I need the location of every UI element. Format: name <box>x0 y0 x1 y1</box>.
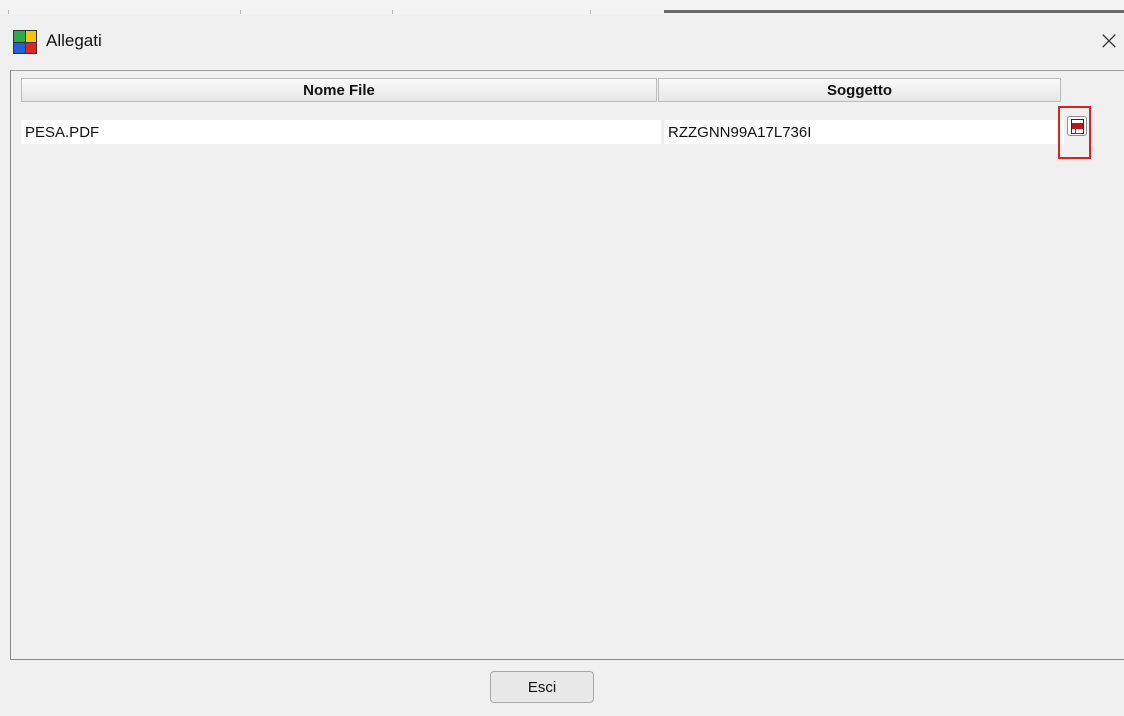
close-button[interactable]: × <box>1094 26 1124 56</box>
app-grid-icon <box>13 30 37 54</box>
file-name-cell[interactable]: PESA.PDF <box>21 120 661 144</box>
table-row[interactable]: PESA.PDF RZZGNN99A17L736I <box>21 120 1124 144</box>
background-window-edge <box>0 0 1124 14</box>
subject-cell[interactable]: RZZGNN99A17L736I <box>664 120 1064 144</box>
exit-button[interactable]: Esci <box>490 671 594 703</box>
open-pdf-button[interactable] <box>1058 106 1091 159</box>
pdf-button-frame <box>1067 116 1087 136</box>
pdf-icon <box>1071 119 1084 134</box>
column-header-subject[interactable]: Soggetto <box>658 78 1061 102</box>
column-header-file-name[interactable]: Nome File <box>21 78 657 102</box>
grid-top-border <box>11 70 1124 71</box>
title-bar: Allegati × <box>0 14 1124 70</box>
edge-bar <box>664 10 1124 13</box>
attachments-dialog: Allegati × Nome File Soggetto PESA.PDF R… <box>0 0 1124 716</box>
window-title: Allegati <box>46 31 102 50</box>
dialog-footer: Esci <box>10 660 1124 716</box>
attachments-grid: Nome File Soggetto PESA.PDF RZZGNN99A17L… <box>10 70 1124 660</box>
